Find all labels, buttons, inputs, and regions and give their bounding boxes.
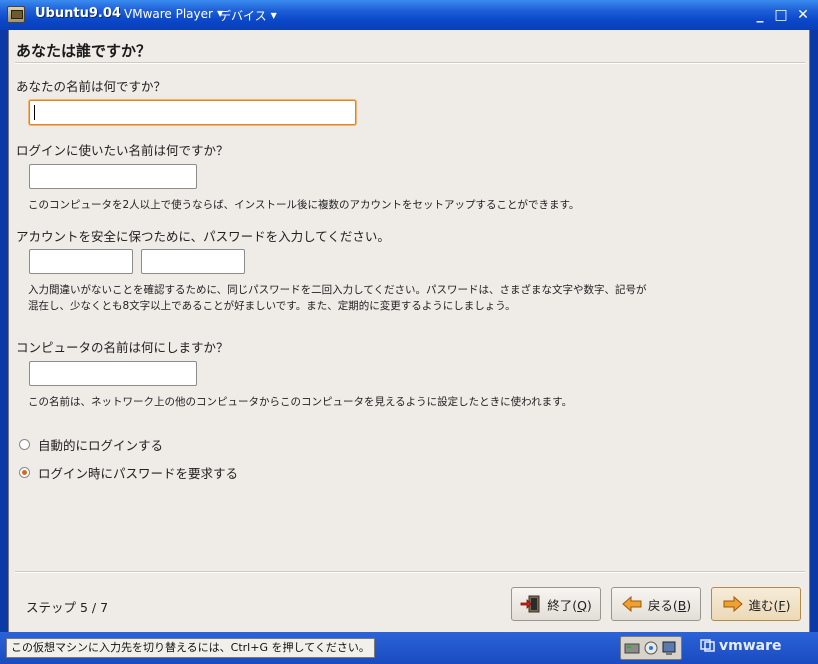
installer-window: あなたは誰ですか？ あなたの名前は何ですか？ ログインに使いたい名前は何ですか？… — [8, 30, 810, 632]
login-name-field[interactable] — [29, 164, 197, 189]
device-tray-icons[interactable] — [620, 636, 682, 660]
vmware-brand-text: vmware — [719, 638, 782, 654]
password-question: アカウントを安全に保つために、パスワードを入力してください。 — [16, 229, 390, 244]
computer-name-hint: この名前は、ネットワーク上の他のコンピュータからこのコンピュータを見えるように設… — [28, 396, 573, 408]
divider — [15, 571, 805, 573]
vmware-title-bar: Ubuntu9.04 VMware Player ▼ デバイス ▼ _ □ ✕ — [0, 0, 818, 30]
password-field[interactable] — [29, 249, 133, 274]
login-question: ログインに使いたい名前は何ですか？ — [16, 143, 229, 158]
vm-app-icon[interactable] — [7, 6, 25, 23]
quit-button-label: 終了(Q) — [547, 597, 592, 613]
forward-button-label: 進む(F) — [748, 597, 791, 613]
step-indicator: ステップ 5 / 7 — [26, 600, 109, 615]
computer-name-input[interactable] — [30, 362, 196, 385]
vmware-logo: vmware — [700, 638, 782, 654]
password-hint-line2: 混在し、少なくとも8文字以上であることが好ましいです。また、定期的に変更するよう… — [28, 300, 516, 312]
back-button-label: 戻る(B) — [647, 597, 692, 613]
quit-door-icon — [520, 595, 542, 613]
radio-require-password-button[interactable] — [19, 466, 30, 478]
radio-auto-login-button[interactable] — [19, 438, 30, 450]
maximize-icon[interactable]: □ — [773, 7, 789, 23]
radio-auto-login-label: 自動的にログインする — [38, 437, 164, 453]
name-question: あなたの名前は何ですか？ — [16, 79, 167, 94]
back-button[interactable]: 戻る(B) — [611, 587, 701, 621]
divider — [15, 62, 805, 64]
password-hint-line1: 入力間違いがないことを確認するために、同じパスワードを二回入力してください。パス… — [28, 284, 647, 296]
status-message: この仮想マシンに入力先を切り替えるには、Ctrl+G を押してください。 — [6, 638, 375, 658]
password-confirm-input[interactable] — [142, 250, 244, 273]
menu-devices-label: デバイス — [219, 9, 267, 23]
window-title: Ubuntu9.04 — [35, 6, 121, 21]
menu-player[interactable]: VMware Player ▼ — [124, 7, 223, 21]
password-confirm-field[interactable] — [141, 249, 245, 274]
menu-devices-arrow-icon: ▼ — [270, 11, 277, 20]
radio-auto-login[interactable]: 自動的にログインする — [19, 434, 163, 454]
back-arrow-icon — [621, 595, 643, 613]
menu-devices[interactable]: デバイス ▼ — [219, 7, 277, 24]
login-hint: このコンピュータを2人以上で使うならば、インストール後に複数のアカウントをセット… — [28, 199, 580, 211]
password-input[interactable] — [30, 250, 132, 273]
full-name-field[interactable] — [29, 100, 356, 125]
text-cursor — [34, 105, 35, 120]
radio-require-password-label: ログイン時にパスワードを要求する — [38, 465, 239, 481]
computer-name-field[interactable] — [29, 361, 197, 386]
computer-name-question: コンピュータの名前は何にしますか？ — [16, 340, 229, 355]
login-name-input[interactable] — [30, 165, 196, 188]
forward-arrow-icon — [722, 595, 744, 613]
close-icon[interactable]: ✕ — [795, 7, 811, 23]
minimize-icon[interactable]: _ — [752, 7, 768, 23]
page-title: あなたは誰ですか？ — [16, 42, 152, 60]
forward-button[interactable]: 進む(F) — [711, 587, 801, 621]
quit-button[interactable]: 終了(Q) — [511, 587, 601, 621]
menu-player-label: VMware Player — [124, 7, 213, 21]
full-name-input[interactable] — [30, 101, 355, 124]
vmware-status-bar: この仮想マシンに入力先を切り替えるには、Ctrl+G を押してください。 vmw… — [0, 632, 818, 664]
radio-require-password[interactable]: ログイン時にパスワードを要求する — [19, 462, 238, 482]
